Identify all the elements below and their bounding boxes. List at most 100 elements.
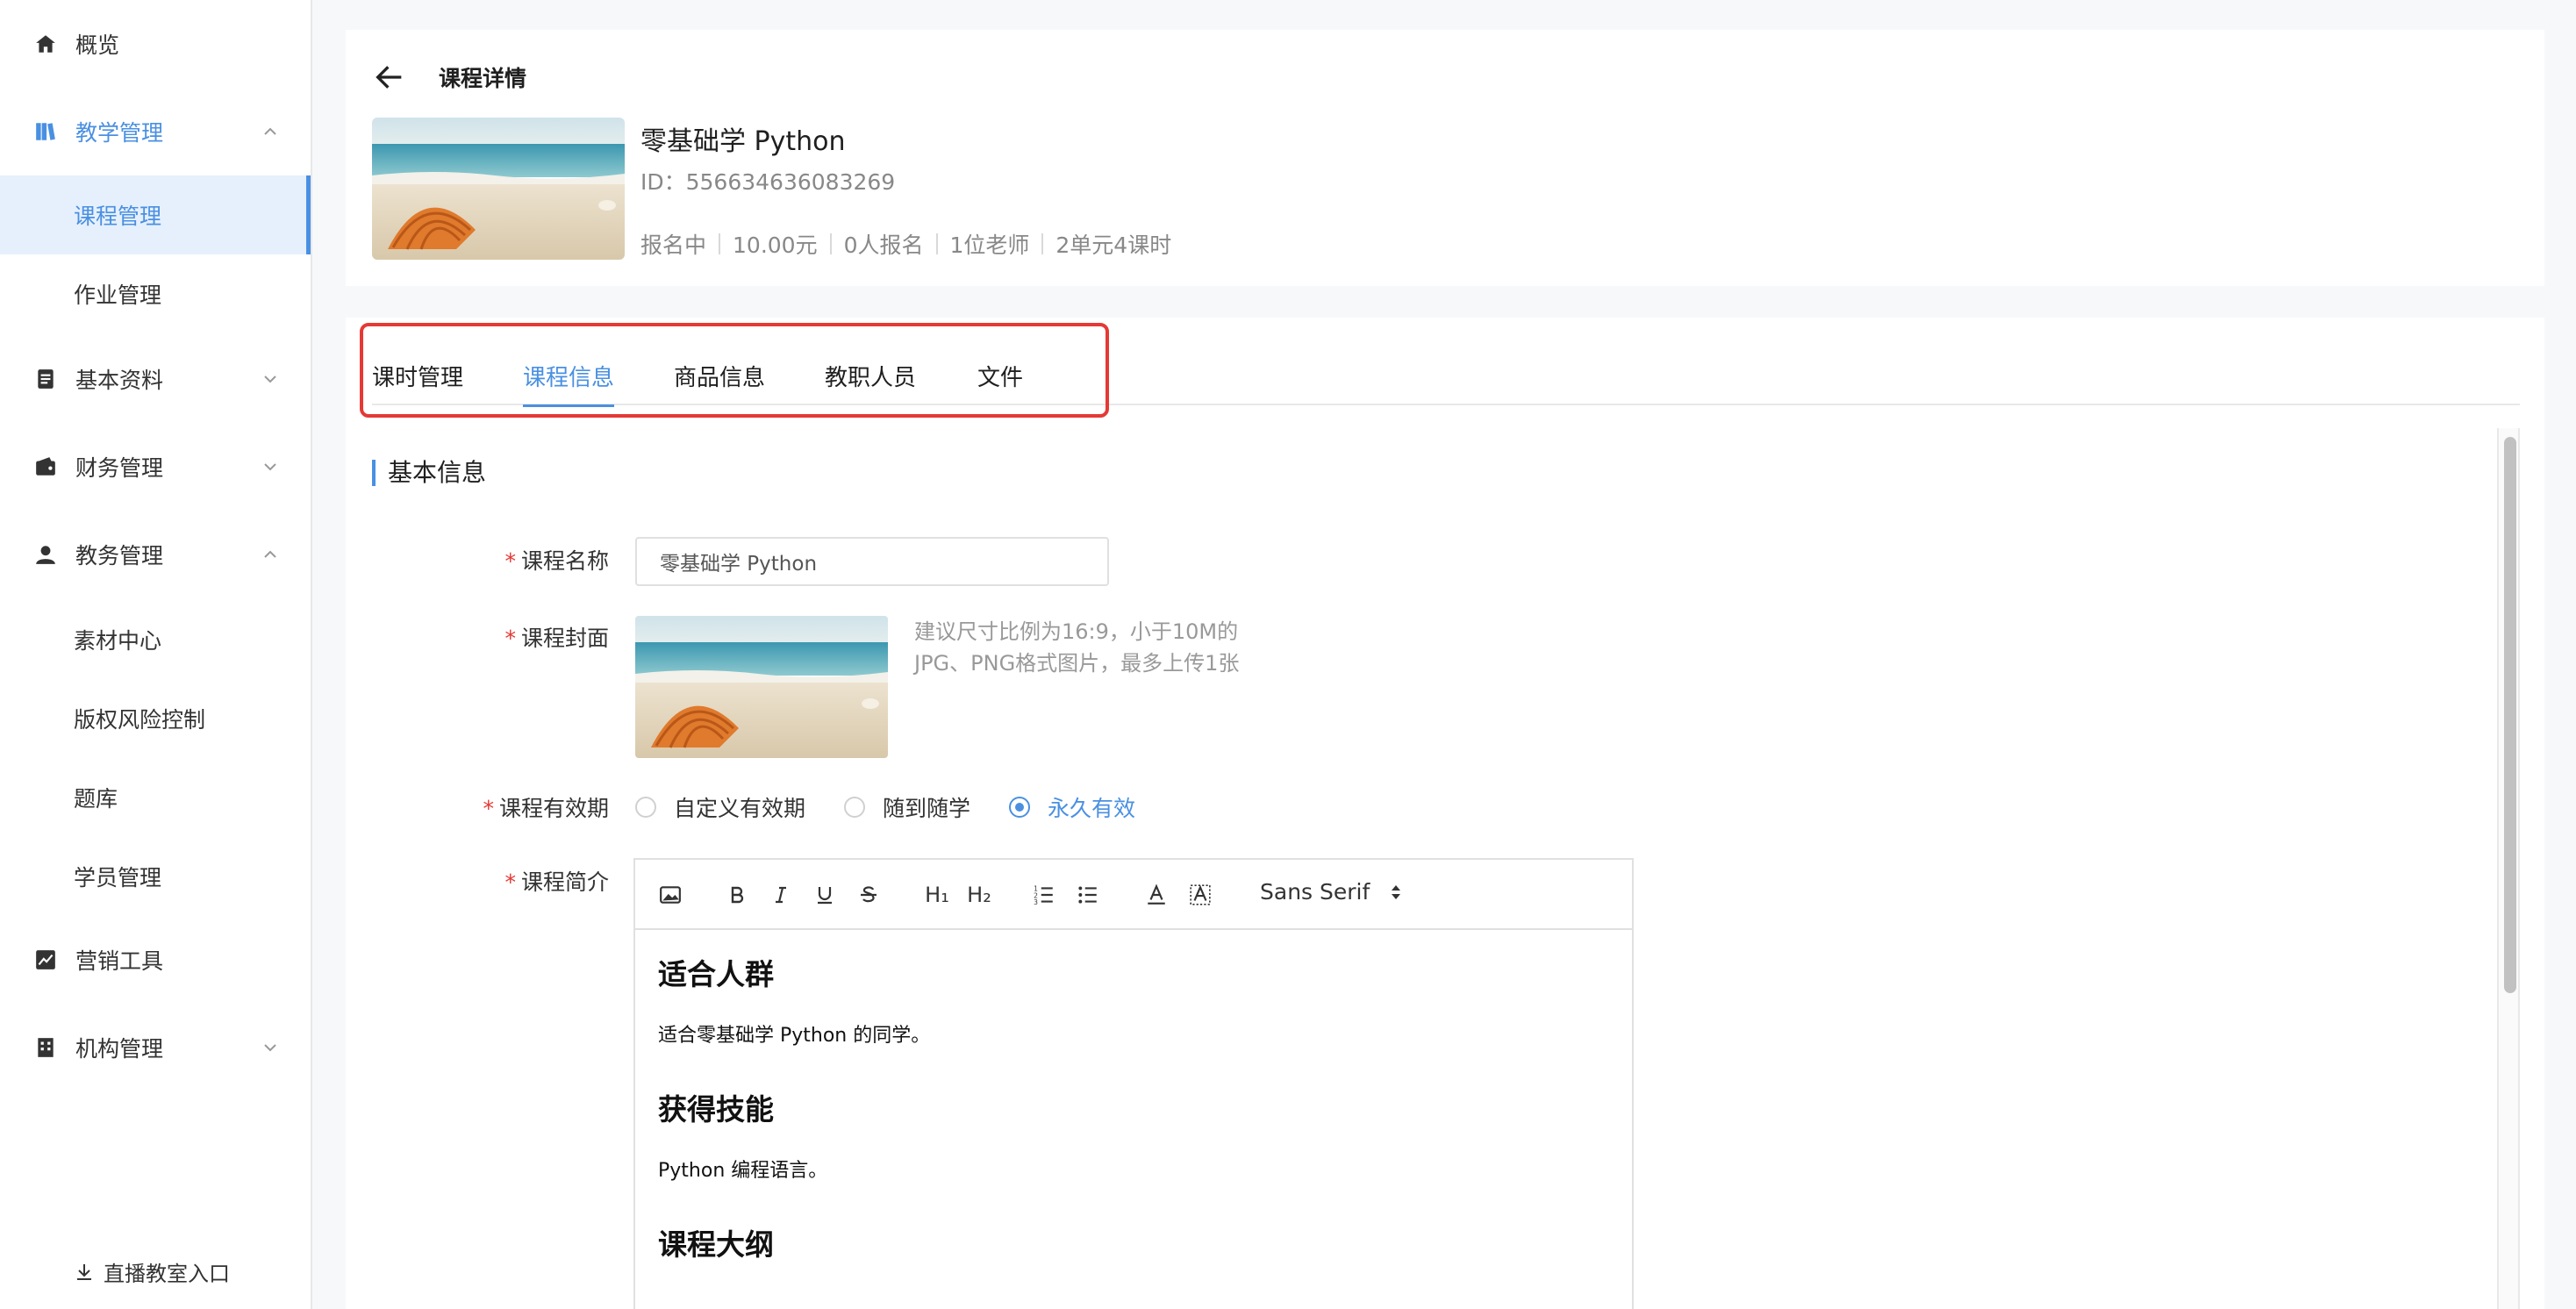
- cover-hint: 建议尺寸比例为16:9，小于10M的JPG、PNG格式图片，最多上传1张: [914, 619, 1240, 676]
- tab-bar: 课时管理 课程信息 商品信息 教职人员 文件: [372, 353, 2520, 407]
- editor-toolbar: H₁ H₂ 123 Sans Serif: [635, 860, 1632, 930]
- course-teachers: 1位老师: [949, 232, 1030, 258]
- sidebar-item-label: 教学管理: [75, 120, 164, 146]
- divider: [829, 233, 832, 254]
- sidebar-item-label: 机构管理: [75, 1036, 164, 1062]
- course-enrollment: 0人报名: [843, 232, 924, 258]
- validity-label: * 课程有效期: [416, 791, 609, 823]
- validity-radio-group: 自定义有效期 随到随学 永久有效: [635, 791, 1174, 823]
- radio-label: 随到随学: [883, 796, 971, 821]
- tab-staff[interactable]: 教职人员: [825, 360, 916, 404]
- course-id-label: ID：: [640, 169, 686, 195]
- live-classroom-entry[interactable]: 直播教室入口: [74, 1256, 230, 1287]
- content-heading: 课程大纲: [658, 1227, 774, 1262]
- divider: [719, 233, 721, 254]
- sidebar-item-copyright[interactable]: 版权风险控制: [0, 679, 311, 758]
- radio-permanent[interactable]: 永久有效: [1009, 791, 1135, 823]
- rich-text-editor: H₁ H₂ 123 Sans Serif 适合人群 适合零基础学 Python …: [633, 858, 1634, 1309]
- heading1-button[interactable]: H₁: [919, 881, 955, 909]
- image-icon[interactable]: [656, 881, 684, 909]
- font-color-icon[interactable]: [1142, 881, 1170, 909]
- sidebar-group-org-mgmt[interactable]: 机构管理: [0, 1005, 311, 1090]
- font-family-select[interactable]: Sans Serif: [1260, 879, 1403, 905]
- sidebar-item-label: 基本资料: [75, 368, 164, 393]
- intro-label: * 课程简介: [416, 865, 609, 897]
- sidebar-item-homework-mgmt[interactable]: 作业管理: [0, 254, 311, 333]
- sidebar-item-question-bank[interactable]: 题库: [0, 758, 311, 837]
- background-color-icon[interactable]: [1186, 881, 1214, 909]
- scrollbar[interactable]: [2497, 428, 2520, 1309]
- sidebar-group-academic[interactable]: 教务管理: [0, 512, 311, 597]
- underline-icon[interactable]: [811, 881, 839, 909]
- user-icon: [33, 542, 58, 567]
- course-name-label: * 课程名称: [416, 544, 609, 576]
- course-cover-image[interactable]: [635, 616, 888, 758]
- svg-text:3: 3: [1034, 898, 1038, 906]
- chart-icon: [33, 948, 58, 972]
- course-id: ID：556634636083269: [640, 165, 895, 197]
- sidebar-item-overview[interactable]: 概览: [0, 2, 311, 86]
- course-header: 课程详情 零基础学 Python ID：556634636083269 报名中 …: [346, 30, 2544, 286]
- chevron-down-icon: [264, 376, 276, 383]
- radio-learn-anytime[interactable]: 随到随学: [844, 791, 970, 823]
- sidebar-item-label: 概览: [75, 32, 120, 58]
- required-mark: *: [504, 869, 516, 895]
- course-cover-label: * 课程封面: [416, 621, 609, 653]
- sidebar-group-teaching[interactable]: 教学管理: [0, 89, 311, 174]
- required-mark: *: [483, 796, 494, 821]
- tab-lessons[interactable]: 课时管理: [372, 360, 463, 404]
- course-id-value: 556634636083269: [685, 169, 896, 195]
- chevron-down-icon: [264, 1044, 276, 1052]
- book-icon: [33, 119, 58, 144]
- sidebar-item-label: 教务管理: [75, 543, 164, 569]
- sidebar-item-label: 营销工具: [75, 948, 164, 974]
- course-units: 2单元4课时: [1055, 232, 1172, 258]
- font-select-value: Sans Serif: [1260, 879, 1370, 905]
- course-name-input[interactable]: [635, 537, 1109, 586]
- download-icon: [77, 1263, 91, 1280]
- back-arrow-icon[interactable]: [372, 60, 407, 95]
- sidebar-item-label: 财务管理: [75, 455, 164, 481]
- label-text: 课程有效期: [498, 796, 609, 821]
- strikethrough-icon[interactable]: [855, 881, 883, 909]
- course-thumbnail: [372, 118, 625, 260]
- chevron-up-icon: [264, 127, 276, 135]
- course-name: 零基础学 Python: [640, 126, 846, 157]
- scrollbar-thumb[interactable]: [2504, 437, 2516, 993]
- document-icon: [33, 367, 58, 391]
- content-heading: 适合人群: [658, 957, 774, 991]
- tab-course-info[interactable]: 课程信息: [523, 360, 615, 407]
- bold-icon[interactable]: [723, 881, 751, 909]
- italic-icon[interactable]: [767, 881, 795, 909]
- required-mark: *: [504, 548, 516, 574]
- label-text: 课程简介: [520, 869, 609, 895]
- home-icon: [33, 32, 58, 56]
- live-entry-label: 直播教室入口: [104, 1262, 230, 1286]
- content-paragraph: 适合零基础学 Python 的同学。: [658, 1025, 931, 1047]
- course-meta: 报名中 10.00元 0人报名 1位老师 2单元4课时: [640, 228, 1171, 260]
- sidebar-item-marketing[interactable]: 营销工具: [0, 918, 311, 1002]
- bullet-list-icon[interactable]: [1074, 881, 1102, 909]
- label-text: 课程封面: [520, 626, 609, 651]
- radio-custom-validity[interactable]: 自定义有效期: [635, 791, 805, 823]
- page-title: 课程详情: [439, 66, 527, 91]
- required-mark: *: [504, 626, 516, 651]
- course-price: 10.00元: [733, 232, 818, 258]
- heading2-button[interactable]: H₂: [962, 881, 997, 909]
- sidebar: 概览 教学管理 课程管理 作业管理 基本资料 财务管理 教务管理 素材中心 版权…: [0, 0, 312, 1309]
- course-content: 课时管理 课程信息 商品信息 教职人员 文件 基本信息 *课程名称 *课程封面: [346, 318, 2544, 1309]
- chevron-up-icon: [264, 550, 276, 558]
- ordered-list-icon[interactable]: 123: [1030, 881, 1058, 909]
- sidebar-item-course-mgmt[interactable]: 课程管理: [0, 175, 311, 254]
- chevron-down-icon: [264, 463, 276, 471]
- building-icon: [33, 1035, 58, 1060]
- up-down-arrow-icon: [1392, 884, 1401, 899]
- sidebar-group-finance[interactable]: 财务管理: [0, 425, 311, 509]
- sidebar-item-material-center[interactable]: 素材中心: [0, 600, 311, 679]
- sidebar-item-students[interactable]: 学员管理: [0, 837, 311, 916]
- tab-product-info[interactable]: 商品信息: [674, 360, 765, 404]
- radio-circle: [844, 797, 866, 818]
- tab-files[interactable]: 文件: [977, 360, 1023, 404]
- sidebar-group-basic-info[interactable]: 基本资料: [0, 337, 311, 421]
- editor-content[interactable]: 适合人群 适合零基础学 Python 的同学。 获得技能 Python 编程语言…: [635, 930, 1632, 1307]
